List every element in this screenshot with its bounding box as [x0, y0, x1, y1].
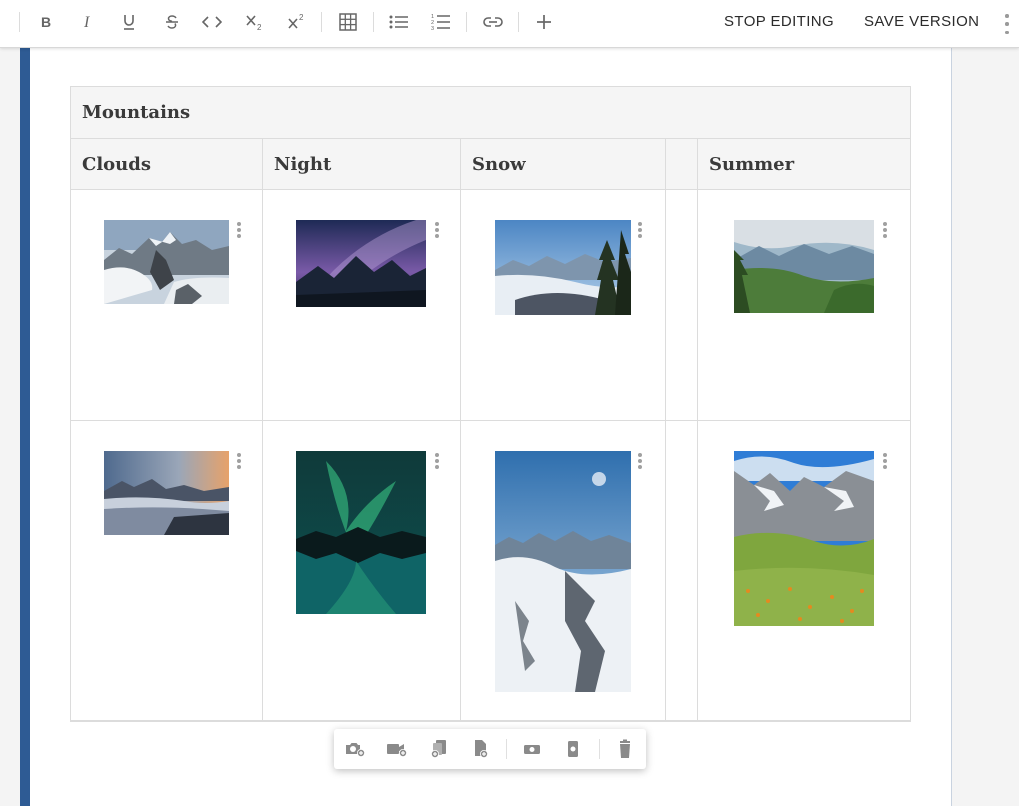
add-image-icon[interactable] — [342, 737, 368, 761]
underline-icon[interactable] — [114, 8, 144, 36]
subscript-icon[interactable]: 2 — [240, 8, 270, 36]
snowy-valley-with-pines-image[interactable] — [495, 220, 631, 315]
superscript-icon[interactable]: 2 — [282, 8, 312, 36]
table-icon[interactable] — [333, 8, 363, 36]
toolbar-divider — [599, 739, 600, 759]
bold-icon[interactable]: B — [31, 8, 61, 36]
editor-toolbar: B I 2 2 123 STOP EDITING SAVE VERSION — [0, 0, 1019, 48]
table-row — [71, 421, 910, 721]
table-cell[interactable] — [666, 190, 698, 420]
table-cell[interactable] — [698, 190, 910, 420]
snowy-peaks-under-sky-image[interactable] — [495, 451, 631, 692]
view-vertical-icon[interactable] — [560, 737, 586, 761]
code-icon[interactable] — [197, 8, 227, 36]
image-menu-icon[interactable] — [237, 222, 241, 238]
more-options-icon[interactable] — [1005, 14, 1009, 34]
add-document-icon[interactable] — [468, 737, 494, 761]
sunset-over-cloud-sea-image[interactable] — [104, 451, 229, 535]
image-menu-icon[interactable] — [883, 453, 887, 469]
green-alpine-valley-image[interactable] — [734, 220, 874, 313]
stop-editing-button[interactable]: STOP EDITING — [724, 13, 834, 30]
save-version-button[interactable]: SAVE VERSION — [864, 13, 979, 30]
table-cell[interactable] — [461, 190, 666, 420]
image-menu-icon[interactable] — [435, 453, 439, 469]
toolbar-divider — [506, 739, 507, 759]
header-cell-summer[interactable]: Summer — [698, 139, 910, 189]
aurora-over-lake-image[interactable] — [296, 451, 426, 614]
header-cell-empty[interactable] — [666, 139, 698, 189]
plus-icon[interactable] — [529, 8, 559, 36]
toolbar-divider — [518, 12, 519, 32]
header-cell-clouds[interactable]: Clouds — [71, 139, 263, 189]
milky-way-over-mountains-image[interactable] — [296, 220, 426, 307]
svg-text:2: 2 — [257, 23, 262, 31]
toolbar-divider — [321, 12, 322, 32]
image-menu-icon[interactable] — [237, 453, 241, 469]
page-accent-bar — [20, 48, 30, 806]
delete-icon[interactable] — [612, 737, 638, 761]
image-menu-icon[interactable] — [435, 222, 439, 238]
table-cell[interactable] — [666, 421, 698, 720]
table-cell[interactable] — [263, 190, 461, 420]
table-cell[interactable] — [698, 421, 910, 720]
svg-text:B: B — [41, 15, 51, 29]
numbered-list-icon[interactable]: 123 — [426, 8, 456, 36]
view-image-icon[interactable] — [519, 737, 545, 761]
table-row — [71, 190, 910, 421]
image-menu-icon[interactable] — [883, 222, 887, 238]
table-cell[interactable] — [263, 421, 461, 720]
italic-icon[interactable]: I — [73, 8, 103, 36]
svg-text:3: 3 — [431, 26, 434, 31]
table-header-row: Clouds Night Snow Summer — [71, 139, 910, 190]
svg-text:I: I — [83, 15, 90, 29]
header-cell-night[interactable]: Night — [263, 139, 461, 189]
header-cell-snow[interactable]: Snow — [461, 139, 666, 189]
svg-text:2: 2 — [299, 13, 304, 22]
table-cell[interactable] — [71, 421, 263, 720]
add-video-icon[interactable] — [384, 737, 410, 761]
table-cell[interactable] — [461, 421, 666, 720]
toolbar-divider — [373, 12, 374, 32]
mountains-table: Mountains Clouds Night Snow Summer — [70, 86, 911, 722]
image-menu-icon[interactable] — [638, 453, 642, 469]
mountain-peak-above-clouds-image[interactable] — [104, 220, 229, 304]
strikethrough-icon[interactable] — [157, 8, 187, 36]
image-menu-icon[interactable] — [638, 222, 642, 238]
table-cell[interactable] — [71, 190, 263, 420]
table-caption[interactable]: Mountains — [71, 87, 910, 139]
toolbar-divider — [466, 12, 467, 32]
image-toolbar — [334, 729, 646, 769]
flower-meadow-below-peaks-image[interactable] — [734, 451, 874, 626]
bulleted-list-icon[interactable] — [384, 8, 414, 36]
toolbar-divider — [19, 12, 20, 32]
link-icon[interactable] — [478, 8, 508, 36]
add-gallery-icon[interactable] — [426, 737, 452, 761]
